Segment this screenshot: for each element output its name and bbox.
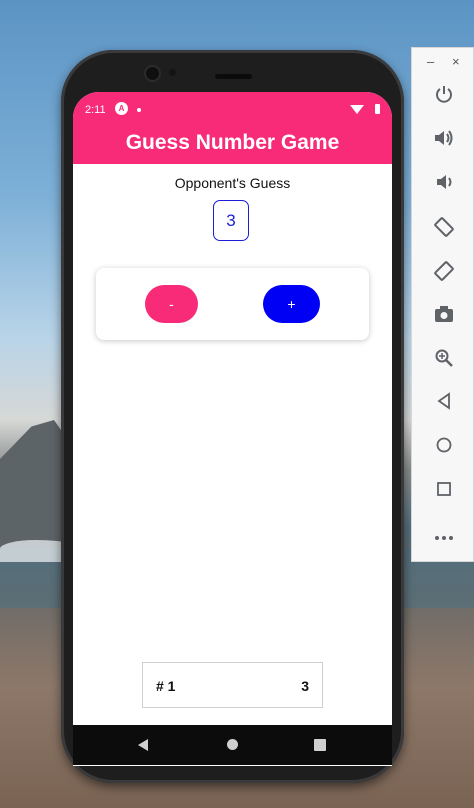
- app-title: Guess Number Game: [125, 131, 340, 154]
- rotate-left-icon[interactable]: [431, 216, 457, 242]
- phone-screen: 2:11 A Guess Number Game Opponent's Gues…: [73, 92, 392, 766]
- emulator-toolbar: – ×: [411, 47, 474, 562]
- minimize-icon[interactable]: –: [427, 54, 434, 69]
- phone-speaker: [215, 74, 252, 79]
- guess-log-value: 3: [301, 678, 309, 694]
- lower-button[interactable]: -: [145, 285, 198, 323]
- nav-back-icon[interactable]: [138, 739, 148, 751]
- status-time: 2:11: [85, 104, 106, 116]
- phone-frame: 2:11 A Guess Number Game Opponent's Gues…: [61, 50, 404, 783]
- camera-icon[interactable]: [431, 304, 457, 330]
- opponent-guess-label: Opponent's Guess: [174, 175, 291, 191]
- zoom-icon[interactable]: [431, 348, 457, 374]
- notification-dot-icon: [137, 108, 141, 112]
- volume-down-icon[interactable]: [431, 172, 457, 198]
- power-icon[interactable]: [431, 84, 457, 110]
- rotate-right-icon[interactable]: [431, 260, 457, 286]
- app-title-bar: Guess Number Game: [73, 128, 392, 164]
- battery-icon: [375, 104, 380, 114]
- phone-sensor: [169, 69, 176, 76]
- home-icon[interactable]: [431, 436, 457, 462]
- higher-button[interactable]: +: [263, 285, 320, 323]
- close-icon[interactable]: ×: [452, 54, 460, 69]
- android-nav-bar: [73, 725, 392, 765]
- opponent-guess-number: 3: [213, 200, 249, 241]
- back-icon[interactable]: [431, 392, 457, 418]
- more-icon[interactable]: [431, 524, 457, 550]
- front-camera: [146, 67, 159, 80]
- volume-up-icon[interactable]: [431, 128, 457, 154]
- guess-log-round: # 1: [156, 678, 176, 694]
- guess-log-item: # 1 3: [142, 662, 323, 708]
- nav-recent-apps-icon[interactable]: [314, 739, 326, 751]
- hint-button-card: - +: [96, 268, 369, 340]
- wifi-icon: [350, 105, 364, 114]
- notification-a-icon: A: [115, 102, 128, 115]
- nav-home-icon[interactable]: [227, 739, 238, 750]
- overview-icon[interactable]: [431, 480, 457, 506]
- status-bar: 2:11 A: [73, 92, 392, 128]
